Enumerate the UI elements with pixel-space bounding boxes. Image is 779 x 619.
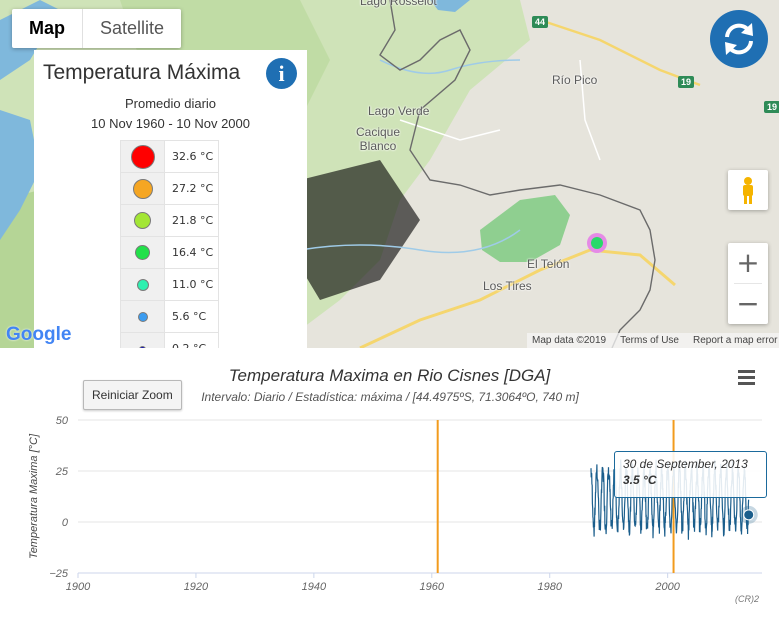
map-label-lago-rosselot: Lago Rosselot [360, 0, 437, 8]
x-tick-label: 1940 [302, 581, 327, 593]
reset-zoom-button[interactable]: Reiniciar Zoom [83, 380, 182, 410]
google-logo: Google [6, 324, 72, 345]
legend-row: 16.4 °C [120, 236, 219, 269]
legend-symbol [134, 212, 151, 229]
y-axis-title: Temperatura Maxima [°C] [28, 433, 40, 559]
x-tick-label: 2000 [654, 581, 680, 593]
legend-symbol [137, 312, 148, 322]
legend-value: 16.4 °C [164, 236, 219, 269]
zoom-out-button[interactable]: − [728, 284, 768, 324]
info-button[interactable]: i [266, 58, 297, 89]
street-view-button[interactable] [728, 170, 768, 210]
map-label-lago-verde: Lago Verde [368, 104, 430, 118]
map-view[interactable]: Lago Rosselot Lago Verde Cacique Blanco … [0, 0, 779, 348]
legend-row: 0.2 °C [120, 332, 219, 348]
x-tick-label: 1980 [537, 581, 562, 593]
park-area [480, 195, 570, 262]
x-tick-label: 1960 [420, 581, 445, 593]
legend-value: 11.0 °C [164, 268, 219, 301]
legend-row: 11.0 °C [120, 268, 219, 301]
chart-tooltip: 30 de September, 2013 3.5 °C [614, 451, 767, 498]
chart-subtitle: Intervalo: Diario / Estadística: máxima … [201, 390, 579, 404]
map-label-cacique-blanco: Cacique Blanco [356, 125, 401, 153]
legend-value: 5.6 °C [164, 300, 219, 333]
road-shield-19: 19 [764, 101, 779, 113]
legend-row: 5.6 °C [120, 300, 219, 333]
tooltip-date: 30 de September, 2013 [623, 457, 748, 471]
road-shield-44: 44 [532, 16, 549, 28]
legend-value: 0.2 °C [164, 332, 219, 348]
y-tick-label: 50 [56, 415, 69, 427]
tab-satellite[interactable]: Satellite [83, 9, 181, 48]
chart-credits: (CR)2 [735, 594, 759, 604]
zoom-control: + − [728, 243, 768, 324]
legend-row: 27.2 °C [120, 172, 219, 205]
terms-of-use-link[interactable]: Terms of Use [620, 333, 679, 348]
tab-map[interactable]: Map [12, 9, 83, 48]
map-type-control: Map Satellite [12, 9, 182, 48]
station-marker [591, 237, 603, 249]
x-tick-label: 1900 [66, 581, 91, 593]
legend-panel: Temperatura Máxima i Promedio diario 10 … [34, 50, 307, 348]
legend-value: 32.6 °C [164, 140, 219, 173]
map-label-rio-pico: Río Pico [552, 73, 598, 87]
report-map-error-link[interactable]: Report a map error [693, 333, 777, 348]
legend-symbol [130, 144, 155, 169]
legend-symbol [132, 178, 153, 199]
legend-title: Temperatura Máxima [43, 61, 241, 84]
info-icon: i [278, 61, 285, 86]
legend-value: 21.8 °C [164, 204, 219, 237]
refresh-icon [725, 23, 753, 55]
legend-symbol [136, 279, 149, 291]
map-footer: Map data ©2019 Terms of Use Report a map… [527, 333, 779, 348]
hamburger-icon [738, 370, 755, 373]
chart-panel: 50 25 0 −25 1900 1920 1940 1960 1980 2000 Temperat… [0, 348, 779, 619]
tooltip-value: 3.5 °C [623, 473, 657, 487]
map-data-attribution: Map data ©2019 [532, 335, 607, 346]
chart-menu-button[interactable] [738, 370, 756, 388]
map-label-los-tires: Los Tires [483, 279, 532, 293]
y-tick-label: 0 [62, 517, 69, 529]
legend-row: 21.8 °C [120, 204, 219, 237]
legend-value: 27.2 °C [164, 172, 219, 205]
legend-symbol [135, 245, 150, 260]
refresh-button[interactable] [710, 10, 768, 68]
legend-table: 32.6 °C 27.2 °C 21.8 °C 16.4 °C 11.0 °C … [120, 140, 219, 348]
x-tick-label: 1920 [184, 581, 209, 593]
y-tick-label: −25 [49, 568, 69, 580]
legend-subtitle: Promedio diario [124, 96, 217, 111]
zoom-in-button[interactable]: + [728, 243, 768, 283]
map-label-el-telon: El Telón [527, 257, 570, 271]
pegman-icon [743, 177, 753, 204]
highlight-point [743, 509, 755, 521]
y-tick-label: 25 [55, 466, 69, 478]
road-shield-19: 19 [678, 76, 695, 88]
legend-row: 32.6 °C [120, 140, 219, 173]
legend-date-range: 10 Nov 1960 - 10 Nov 2000 [91, 116, 250, 131]
